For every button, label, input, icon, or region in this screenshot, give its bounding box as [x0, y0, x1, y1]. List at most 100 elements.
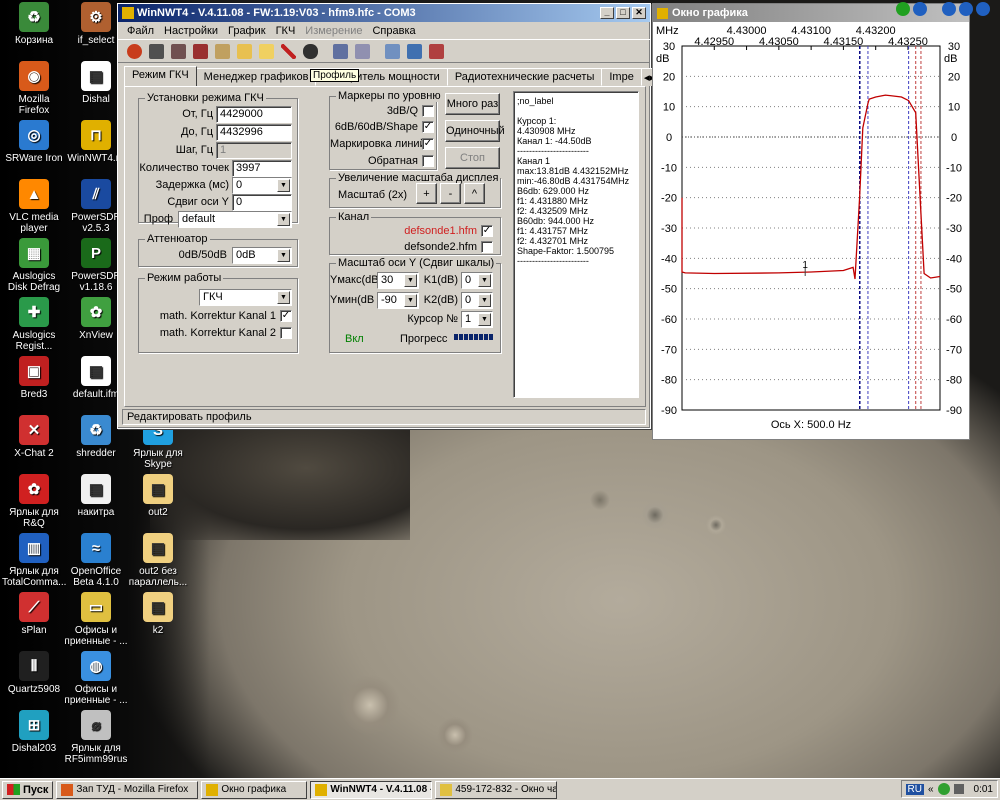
- step-input[interactable]: 1: [216, 142, 292, 159]
- close-button[interactable]: ✕: [632, 7, 646, 19]
- chevron-down-icon[interactable]: ▼: [277, 213, 290, 226]
- marker-3db-checkbox[interactable]: [422, 105, 434, 117]
- cursor-select[interactable]: 1 ▼: [461, 311, 493, 328]
- desktop-icon[interactable]: ▦ Auslogics Disk Defrag: [2, 238, 66, 293]
- print-icon[interactable]: [146, 41, 166, 61]
- info-textarea[interactable]: ;no_label Курсор 1: 4.430908 MHz Канал 1: -…: [513, 91, 639, 398]
- menu-item[interactable]: Файл: [122, 25, 159, 37]
- previous-icon[interactable]: [942, 2, 956, 16]
- ymax-select[interactable]: 30 ▼: [377, 272, 419, 289]
- chevron-down-icon[interactable]: ▼: [404, 274, 417, 287]
- k1-select[interactable]: 0 ▼: [461, 272, 493, 289]
- taskbar-task[interactable]: WinNWT4 - V.4.11.08 -...: [310, 780, 433, 799]
- profile-select[interactable]: default ▼: [178, 211, 292, 228]
- mode-select[interactable]: ГКЧ ▼: [199, 289, 292, 306]
- main-titlebar[interactable]: WinNWT4 - V.4.11.08 - FW:1.19:V03 - hfm9…: [118, 4, 650, 22]
- tray-expand-icon[interactable]: «: [928, 784, 934, 795]
- desktop-icon[interactable]: ✿ Ярлык для R&Q: [2, 474, 66, 529]
- korrektur2-checkbox[interactable]: [280, 327, 292, 339]
- chevron-down-icon[interactable]: ▼: [277, 179, 290, 192]
- single-button[interactable]: Одиночный: [445, 120, 505, 142]
- desktop-icon[interactable]: ◍ Офисы и приенные - ...: [64, 651, 128, 706]
- profile-icon[interactable]: [300, 41, 320, 61]
- desktop-icon[interactable]: ▣ Bred3: [2, 356, 66, 400]
- k2-select[interactable]: 0 ▼: [461, 292, 493, 309]
- desktop-icon[interactable]: ▤ k2: [126, 592, 190, 636]
- minimize-button[interactable]: _: [600, 7, 614, 19]
- desktop-icon[interactable]: ✕ X-Chat 2: [2, 415, 66, 459]
- korrektur1-checkbox[interactable]: ✓: [280, 310, 292, 322]
- zoom-out-button[interactable]: -: [440, 183, 461, 204]
- shift-input[interactable]: 0: [232, 194, 292, 211]
- marker-lines-checkbox[interactable]: ✓: [422, 138, 434, 150]
- chevron-down-icon[interactable]: ▼: [277, 291, 290, 304]
- desktop-icon[interactable]: ▤ накитра: [64, 474, 128, 518]
- start-button[interactable]: Пуск: [2, 780, 54, 799]
- channel1-checkbox[interactable]: ✓: [481, 225, 493, 237]
- menu-item[interactable]: Справка: [367, 25, 420, 37]
- save-icon[interactable]: [404, 41, 424, 61]
- maximize-button[interactable]: □: [616, 7, 630, 19]
- desktop-icon[interactable]: ⟋ sPlan: [2, 592, 66, 636]
- zoom-reset-button[interactable]: ^: [464, 183, 485, 204]
- desktop-icon[interactable]: ▭ Офисы и приенные - ...: [64, 592, 128, 647]
- menu-item[interactable]: График: [223, 25, 271, 37]
- channel2-checkbox[interactable]: [481, 241, 493, 253]
- play-icon[interactable]: [896, 2, 910, 16]
- image-icon[interactable]: [426, 41, 446, 61]
- next-icon[interactable]: [959, 2, 973, 16]
- desktop-icon[interactable]: ⌀ Ярлык для RF5imm99rus: [64, 710, 128, 765]
- tab[interactable]: Менеджер графиков: [195, 68, 317, 86]
- pause-icon[interactable]: [913, 2, 927, 16]
- desktop-icon[interactable]: ⫴ Quartz5908: [2, 651, 66, 695]
- network-icon[interactable]: [937, 783, 950, 795]
- points-input[interactable]: 3997: [232, 160, 292, 177]
- chevron-down-icon[interactable]: ▼: [478, 274, 491, 287]
- graph-chart[interactable]: 30 30 20 20 10 10 0 0 -10 -10 -20 -20 -30 -30 -40 -40 -5…: [653, 22, 969, 439]
- desktop-icon[interactable]: ▤ out2 без параллель...: [126, 533, 190, 588]
- chevron-down-icon[interactable]: ▼: [277, 249, 290, 262]
- from-input[interactable]: 4429000: [216, 106, 292, 123]
- ymin-select[interactable]: -90 ▼: [377, 292, 419, 309]
- info-icon[interactable]: [976, 2, 990, 16]
- pencil-icon[interactable]: [382, 41, 402, 61]
- desktop-icon[interactable]: ▲ VLC media player: [2, 179, 66, 234]
- taskbar-task[interactable]: Зап ТУД - Mozilla Firefox: [56, 780, 199, 799]
- taskbar-task[interactable]: 459-172-832 - Окно чата: [435, 780, 558, 799]
- menu-item[interactable]: Настройки: [159, 25, 223, 37]
- grid-icon[interactable]: [352, 41, 372, 61]
- desktop-icon[interactable]: ◎ SRWare Iron: [2, 120, 66, 164]
- desktop-icon[interactable]: ◉ Mozilla Firefox: [2, 61, 66, 116]
- menu-item[interactable]: ГКЧ: [271, 25, 301, 37]
- zoom-in-button[interactable]: +: [416, 183, 437, 204]
- tab[interactable]: Impe: [601, 68, 642, 86]
- print-preview-icon[interactable]: [168, 41, 188, 61]
- marker-shape-checkbox[interactable]: ✓: [422, 121, 434, 133]
- desktop-icon[interactable]: ♻ Корзина: [2, 2, 66, 46]
- power-icon[interactable]: [124, 41, 144, 61]
- desktop-icon[interactable]: ▥ Ярлык для TotalComma...: [2, 533, 66, 588]
- volume-icon[interactable]: [953, 784, 964, 794]
- tab[interactable]: Режим ГКЧ: [124, 66, 197, 86]
- printer-setup-icon[interactable]: [190, 41, 210, 61]
- desktop-icon[interactable]: ✚ Auslogics Regist...: [2, 297, 66, 352]
- chevron-down-icon[interactable]: ▼: [404, 294, 417, 307]
- marker-inverse-checkbox[interactable]: [422, 155, 434, 167]
- many-times-button[interactable]: Много раз: [445, 93, 500, 115]
- stop-button[interactable]: Стоп: [445, 147, 500, 169]
- chevron-down-icon[interactable]: ▼: [478, 313, 491, 326]
- to-input[interactable]: 4432996: [216, 124, 292, 141]
- desktop-icon[interactable]: ⊞ Dishal203: [2, 710, 66, 754]
- taskbar-task[interactable]: Окно графика: [201, 780, 308, 799]
- open-folder-icon[interactable]: [234, 41, 254, 61]
- chevron-down-icon[interactable]: ▼: [478, 294, 491, 307]
- tools-icon[interactable]: [212, 41, 232, 61]
- desktop-icon[interactable]: ▤ out2: [126, 474, 190, 518]
- language-indicator[interactable]: RU: [905, 783, 924, 795]
- calibration-icon[interactable]: [330, 41, 350, 61]
- attenuator-select[interactable]: 0dB ▼: [232, 247, 292, 264]
- menu-item[interactable]: Измерение: [300, 25, 367, 37]
- tab[interactable]: Радиотехнические расчеты: [446, 68, 603, 86]
- delay-select[interactable]: 0 ▼: [232, 177, 292, 194]
- desktop-icon[interactable]: ≈ OpenOffice Beta 4.1.0: [64, 533, 128, 588]
